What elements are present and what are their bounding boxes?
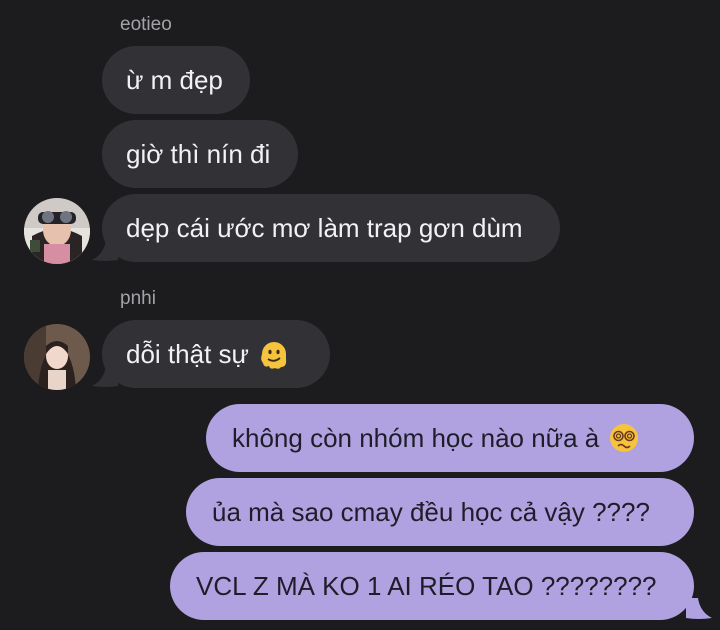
message-text: không còn nhóm học nào nữa à <box>232 422 600 453</box>
chat-thread: eotieo ừ m đẹp giờ thì nín đi dẹp cái ướ… <box>0 0 720 630</box>
message-text: dẹp cái ước mơ làm trap gơn dùm <box>126 212 523 243</box>
message-bubble-incoming[interactable]: dẹp cái ước mơ làm trap gơn dùm <box>102 194 560 262</box>
sender-name-pnhi: pnhi <box>120 288 156 309</box>
message-bubble-incoming[interactable]: dỗi thật sự <box>102 320 330 388</box>
bubble-tail <box>686 598 712 619</box>
message-bubble-incoming[interactable]: ừ m đẹp <box>102 46 250 114</box>
message-text: ủa mà sao cmay đều học cả vậy ???? <box>212 496 650 527</box>
sender-name-eotieo: eotieo <box>120 14 172 35</box>
message-text: VCL Z MÀ KO 1 AI RÉO TAO ???????? <box>196 570 657 601</box>
message-text: dỗi thật sự <box>126 338 249 369</box>
avatar-pnhi[interactable] <box>24 324 90 390</box>
message-bubble-outgoing[interactable]: ủa mà sao cmay đều học cả vậy ???? <box>186 478 694 546</box>
message-bubble-outgoing[interactable]: VCL Z MÀ KO 1 AI RÉO TAO ???????? <box>170 552 694 620</box>
message-text: ừ m đẹp <box>126 64 223 95</box>
message-bubble-outgoing[interactable]: không còn nhóm học nào nữa à <box>206 404 694 472</box>
melting-face-emoji <box>261 342 287 369</box>
woozy-face-emoji <box>610 424 639 452</box>
message-bubble-incoming[interactable]: giờ thì nín đi <box>102 120 298 188</box>
avatar-eotieo[interactable] <box>24 198 90 264</box>
message-text: giờ thì nín đi <box>126 138 271 169</box>
